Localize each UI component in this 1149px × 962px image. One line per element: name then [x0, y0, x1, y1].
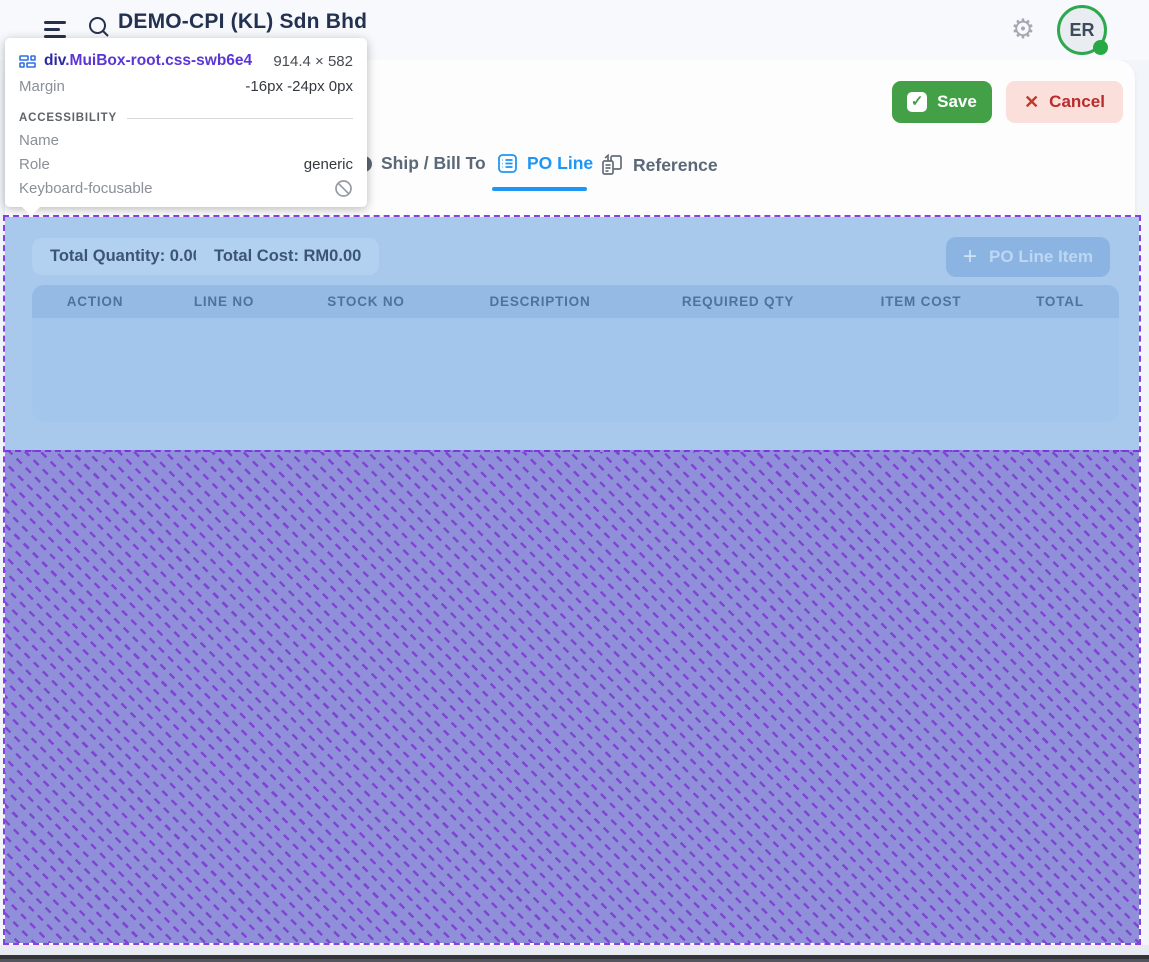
element-badge-icon	[19, 55, 36, 68]
tab-po-line[interactable]: PO Line	[497, 153, 593, 174]
online-status-dot	[1093, 40, 1108, 55]
devtools-inspect-tooltip: div.MuiBox-root.css-swb6e4 914.4 × 582 M…	[5, 38, 367, 207]
tab-ship-bill-to[interactable]: Ship / Bill To	[356, 153, 486, 174]
add-po-line-item-button[interactable]: + PO Line Item	[946, 237, 1110, 277]
plus-icon: +	[963, 245, 977, 269]
menu-icon[interactable]	[44, 21, 66, 38]
avatar-initials: ER	[1069, 20, 1094, 41]
tab-reference[interactable]: Reference	[600, 153, 718, 177]
check-icon: ✓	[907, 92, 927, 112]
tab-ship-label: Ship / Bill To	[381, 153, 486, 174]
inspected-element-dimensions: 914.4 × 582	[273, 53, 353, 70]
po-line-table-empty-body	[32, 318, 1119, 422]
tab-po-line-label: PO Line	[527, 153, 593, 174]
active-tab-indicator	[492, 187, 587, 191]
a11y-role-value: generic	[304, 156, 353, 173]
cancel-button-label: Cancel	[1049, 92, 1105, 112]
list-icon	[497, 153, 518, 174]
gear-icon[interactable]: ⚙	[1006, 10, 1040, 46]
column-header-description: DESCRIPTION	[442, 294, 638, 309]
accessibility-section-heading: ACCESSIBILITY	[19, 108, 353, 128]
column-header-total: TOTAL	[1004, 294, 1116, 309]
page-bottom-strip	[0, 945, 1149, 955]
total-cost-chip: Total Cost: RM0.00	[196, 238, 379, 275]
po-line-table-header: ACTION LINE NO STOCK NO DESCRIPTION REQU…	[32, 285, 1119, 318]
save-button-label: Save	[937, 92, 977, 112]
tab-reference-label: Reference	[633, 155, 718, 176]
margin-label: Margin	[19, 78, 65, 95]
reference-icon	[600, 153, 624, 177]
highlight-margin-region	[5, 450, 1139, 943]
devtools-highlight-overlay: Total Quantity: 0.00 Total Cost: RM0.00 …	[3, 215, 1141, 945]
column-header-required-qty: REQUIRED QTY	[638, 294, 838, 309]
column-header-stock-no: STOCK NO	[290, 294, 442, 309]
company-name: DEMO-CPI (KL) Sdn Bhd	[118, 10, 367, 34]
total-quantity-chip: Total Quantity: 0.00	[32, 238, 220, 275]
po-line-table: ACTION LINE NO STOCK NO DESCRIPTION REQU…	[32, 285, 1119, 422]
inspected-element-selector: div.MuiBox-root.css-swb6e4	[44, 52, 252, 70]
highlight-content-region: Total Quantity: 0.00 Total Cost: RM0.00 …	[5, 217, 1139, 450]
column-header-line-no: LINE NO	[158, 294, 290, 309]
a11y-focusable-label: Keyboard-focusable	[19, 180, 152, 197]
a11y-role-label: Role	[19, 156, 50, 173]
cancel-button[interactable]: ✕ Cancel	[1006, 81, 1123, 123]
margin-value: -16px -24px 0px	[245, 78, 353, 95]
not-focusable-icon	[334, 179, 353, 198]
add-po-line-item-label: PO Line Item	[989, 247, 1093, 267]
column-header-item-cost: ITEM COST	[838, 294, 1004, 309]
close-icon: ✕	[1024, 92, 1039, 113]
save-button[interactable]: ✓ Save	[892, 81, 992, 123]
column-header-action: ACTION	[32, 294, 158, 309]
a11y-name-label: Name	[19, 132, 59, 149]
